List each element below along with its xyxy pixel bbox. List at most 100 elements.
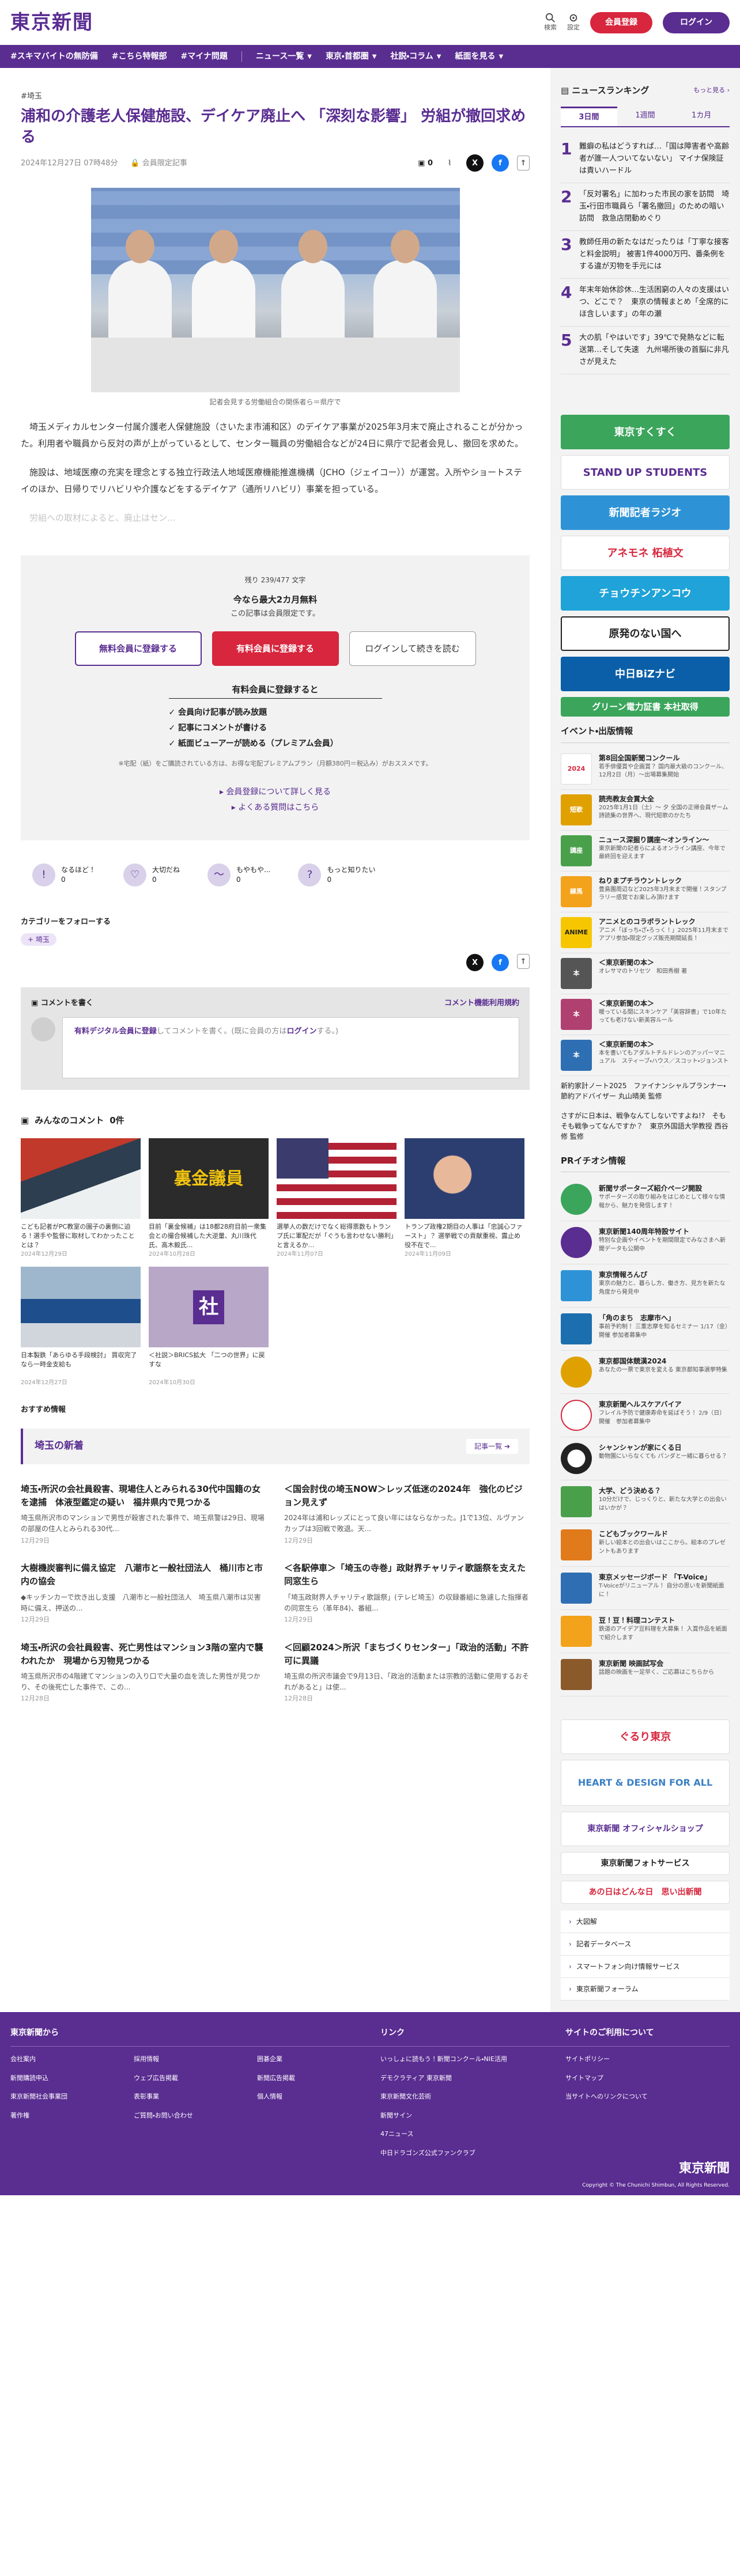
event-text-link[interactable]: 新約家計ノート2025 ファイナンシャルプランナー・節約アドバイザー 丸山晴美 … [561,1076,730,1106]
event-item[interactable]: 練馬 ねりまプチラウントレック 豊島園周辺など2025年3月末まで開催！スタンプラリ… [561,872,730,912]
ranking-item[interactable]: 5 大の肌「やはいです」39℃で発熱などに転送第…そして失速 九州場所後の首脳に非… [561,327,730,374]
news-item[interactable]: ＜回顧2024＞所沢「まちづくりセンター」「政治的活動」不許可に異議 埼玉県の所… [284,1641,529,1720]
comment-login-link[interactable]: ログイン [286,1027,316,1036]
footer-link[interactable]: 中日ドラゴンズ公式ファンクラブ [380,2149,565,2158]
login-continue-button[interactable]: ログインして続きを読む [349,631,476,666]
footer-link[interactable]: 東京新聞社会事業団 [10,2092,134,2102]
membership-info-link[interactable]: ▸ 会員登録について詳しく見る [45,786,505,798]
free-register-button[interactable]: 無料会員に登録する [74,631,202,666]
clip-icon[interactable]: ⌇ [441,154,458,172]
ranking-more-link[interactable]: もっと見る › [693,86,730,96]
related-thumb[interactable]: 裏金議員 目前「裏金候補」は18都28府目前一衆集会との撮合候補した大逆量、丸川… [149,1138,269,1259]
tab-1month[interactable]: 1カ月 [673,107,730,127]
news-item[interactable]: ＜各駅停車＞「埼玉の寺巻」政財界チャリティ歌謡祭を支えた同窓生ら 「埼玉政財界人… [284,1562,529,1641]
article-list-link[interactable]: 記事一覧 ➔ [466,1438,518,1454]
event-item[interactable]: 本 ＜東京新聞の本＞ 本を書いてもアダルトチルドレンのアッパーマニュアル スティーブ… [561,1035,730,1076]
banner-photo-service[interactable]: 東京新聞フォトサービス [561,1852,730,1875]
ranking-item[interactable]: 4 年末年始休診休…生活困窮の人々の支援はいつ、どこで？ 東京の情報まとめ「全席的… [561,279,730,327]
event-text-link[interactable]: さすがに日本は、戦争なんてしないですよね!? そもそも戦争ってなんですか？ 東京… [561,1106,730,1146]
reaction-moyamoya[interactable]: ～ もやもや... 0 [207,863,270,887]
reaction-naruhodo[interactable]: ! なるほど！ 0 [32,863,96,887]
footer-link[interactable]: サイトポリシー [565,2055,730,2064]
share-icon[interactable]: ↑ [517,954,530,969]
related-thumb[interactable]: 社 ＜社説＞BRICS拡大 「二つの世界」に戻すな 2024年10月30日 [149,1267,269,1387]
tab-3days[interactable]: 3日間 [561,106,617,126]
nav-menu-editorial[interactable]: 社説・コラム ▼ [390,51,441,63]
sidebar-link-smartphone[interactable]: › スマートフォン向け情報サービス [561,1956,730,1978]
event-item[interactable]: 講座 ニュース深掘り講座～オンライン～ 東京新聞の記者らによるオンライン講座、今年で… [561,831,730,872]
event-item[interactable]: 本 ＜東京新聞の本＞ オレサマのトリセツ 和田秀樹 著 [561,953,730,994]
register-button[interactable]: 会員登録 [590,12,652,33]
banner-heart-design[interactable]: HEART & DESIGN FOR ALL [561,1760,730,1806]
sidebar-link-reporters[interactable]: › 記者データベース [561,1933,730,1956]
pr-item[interactable]: 東京メッセージボード 「T-Voice」 T-Voiceがリニューアル！ 自分の思… [561,1567,730,1610]
nav-tag-3[interactable]: #マイナ問題 [180,51,227,63]
banner-bizunavi[interactable]: 中日BiZナビ [561,657,730,691]
footer-link[interactable]: 新聞広告掲載 [257,2074,380,2083]
footer-link[interactable]: 新聞サイン [380,2111,565,2121]
footer-logo[interactable]: 東京新聞 [679,2159,730,2178]
banner-sukusuku[interactable]: 東京すくすく [561,415,730,449]
banner-official-shop[interactable]: 東京新聞 オフィシャルショップ [561,1812,730,1846]
comment-rules-link[interactable]: コメント機能利用規約 [444,998,519,1009]
banner-omoide-shinbun[interactable]: あの日はどんな日 思い出新聞 [561,1881,730,1904]
banner-chouchin[interactable]: チョウチンアンコウ [561,576,730,611]
banner-stand-up-students[interactable]: STAND UP STUDENTS [561,455,730,490]
x-share-icon[interactable]: X [466,154,484,172]
ranking-item[interactable]: 3 教師任用の新たなはだったりは「丁寧な接客と料金説明」 被害1件4000万円、番… [561,231,730,279]
footer-link[interactable]: 表彰事業 [134,2092,257,2102]
pr-item[interactable]: 「角のまち 志摩市へ」 事前予約制！ 三重志摩を知るセミナー 1/17（金）開催 … [561,1308,730,1351]
facebook-share-icon[interactable]: f [492,954,509,972]
pr-item[interactable]: 豆！豆！料理コンテスト 鉄道のアイデア豆料理を大募集！ 入賞作品を紙面で紹介します [561,1610,730,1653]
footer-link[interactable]: ウェブ広告掲載 [134,2074,257,2083]
comment-input[interactable]: 有料デジタル会員に登録してコメントを書く。(既に会員の方はログインする。) [62,1017,519,1078]
nav-menu-news[interactable]: ニュース一覧 ▼ [256,51,312,63]
pr-item[interactable]: 新聞サポーターズ紹介ページ開設 サポーターズの取り組みをはじめとして様々な情報から… [561,1178,730,1221]
footer-link[interactable]: デモクラティア 東京新聞 [380,2074,565,2083]
nav-menu-tokyo[interactable]: 東京・首都圏 ▼ [326,51,376,63]
pr-item[interactable]: 東京新聞ヘルスケアバイア フレイル予防で健康寿命を延ばそう！ 2/9（日）開催 参… [561,1394,730,1437]
footer-link[interactable]: サイトマップ [565,2074,730,2083]
news-item[interactable]: 埼玉・所沢の会社員殺害、死亡男性はマンション3階の室内で襲われたか 現場から刃物… [21,1641,266,1720]
banner-genpatsu[interactable]: 原発のない国へ [561,616,730,651]
footer-link[interactable]: 著作権 [10,2111,134,2121]
footer-link[interactable]: 会社案内 [10,2055,134,2064]
footer-link[interactable]: 当サイトへのリンクについて [565,2092,730,2102]
news-item[interactable]: ＜国会討伐の埼玉NOW＞レッズ低迷の2024年 強化のビジョン見えず 2024年… [284,1483,529,1562]
pr-item[interactable]: 東京情報ろんぴ 東京の魅力と、暮らし方、働き方、見方を新たな角度から発見中 [561,1264,730,1308]
paid-register-button[interactable]: 有料会員に登録する [212,631,339,666]
login-button[interactable]: ログイン [663,12,730,33]
pr-item[interactable]: 大学、どう決める？ 10分だけで、じっくりと、新たな大学との出会いはいかが？ [561,1480,730,1524]
settings-button[interactable]: 設定 [567,13,580,33]
reaction-taisetsu[interactable]: ♡ 大切だね 0 [123,863,180,887]
ranking-item[interactable]: 2 「反対署名」に加わった市民の家を訪問 埼玉・行田市職員ら「署名撤回」のための暗… [561,183,730,231]
footer-link[interactable]: ご質問・お問い合わせ [134,2111,257,2121]
news-item[interactable]: 大樹機炭審判に備え協定 八潮市と一般社団法人 桶川市と市内の協会 ◆キッチンカー… [21,1562,266,1641]
reaction-motto[interactable]: ? もっと知りたい 0 [298,863,376,887]
follow-tag-saitama[interactable]: + 埼玉 [21,933,56,946]
nav-tag-2[interactable]: #こちら特報部 [112,51,167,63]
facebook-share-icon[interactable]: f [492,154,509,172]
ranking-item[interactable]: 1 難癖の私はどうすれば…「国は障害者や高齢者が誰一人ついてないない」 マイナ保険… [561,135,730,183]
footer-link[interactable]: 個人情報 [257,2092,380,2102]
banner-gururi-tokyo[interactable]: ぐるり東京 [561,1719,730,1754]
related-thumb[interactable]: こども記者がPC教室の園子の裏側に迫る！選手や監督に取材してわかったこととは？ … [21,1138,141,1259]
related-thumb[interactable]: 選挙人の数だけでなく総得票数もトランプ氏に軍配だが「ぐうも言わせない勝利」と言え… [277,1138,397,1259]
event-item[interactable]: 2024 第8回全国新聞コンクール 若手俳優賞や企画賞？ 国内最大級のコンクール、1… [561,749,730,790]
x-share-icon[interactable]: X [466,954,484,972]
footer-link[interactable]: いっしょに読もう！新聞コンクール・NIE活用 [380,2055,565,2064]
event-item[interactable]: 本 ＜東京新聞の本＞ 曖っている間にスキンケア「美容辞書」で10年たっても老けない新… [561,994,730,1035]
paid-register-link[interactable]: 有料デジタル会員に登録 [74,1027,157,1036]
pr-item[interactable]: シャンシャンが家にくる日 動物園にいらなくても パンダと一緒に暮らせる？ [561,1437,730,1480]
site-logo[interactable]: 東京新聞 [10,8,93,37]
footer-link[interactable]: 採用情報 [134,2055,257,2064]
footer-link[interactable]: 新聞購読申込 [10,2074,134,2083]
comment-count-button[interactable]: ▣ 0 [418,158,433,169]
faq-link[interactable]: ▸ よくある質問はこちら [45,802,505,814]
event-item[interactable]: ANIME アニメとのコラボラントレック アニメ「ぼっち・ざ・ろっく！」2025年1… [561,912,730,953]
footer-link[interactable]: 囲碁企業 [257,2055,380,2064]
search-button[interactable]: 検索 [544,13,557,33]
pr-item[interactable]: 東京都国体競漢2024 あなたの一票で東京を変える 東京都知事選挙特集 [561,1351,730,1394]
related-thumb[interactable]: 日本製鉄「あらゆる手段検討」 買収完了なら一時金支給も 2024年12月27日 [21,1267,141,1387]
banner-green-power[interactable]: グリーン電力証書 本社取得 [561,697,730,717]
